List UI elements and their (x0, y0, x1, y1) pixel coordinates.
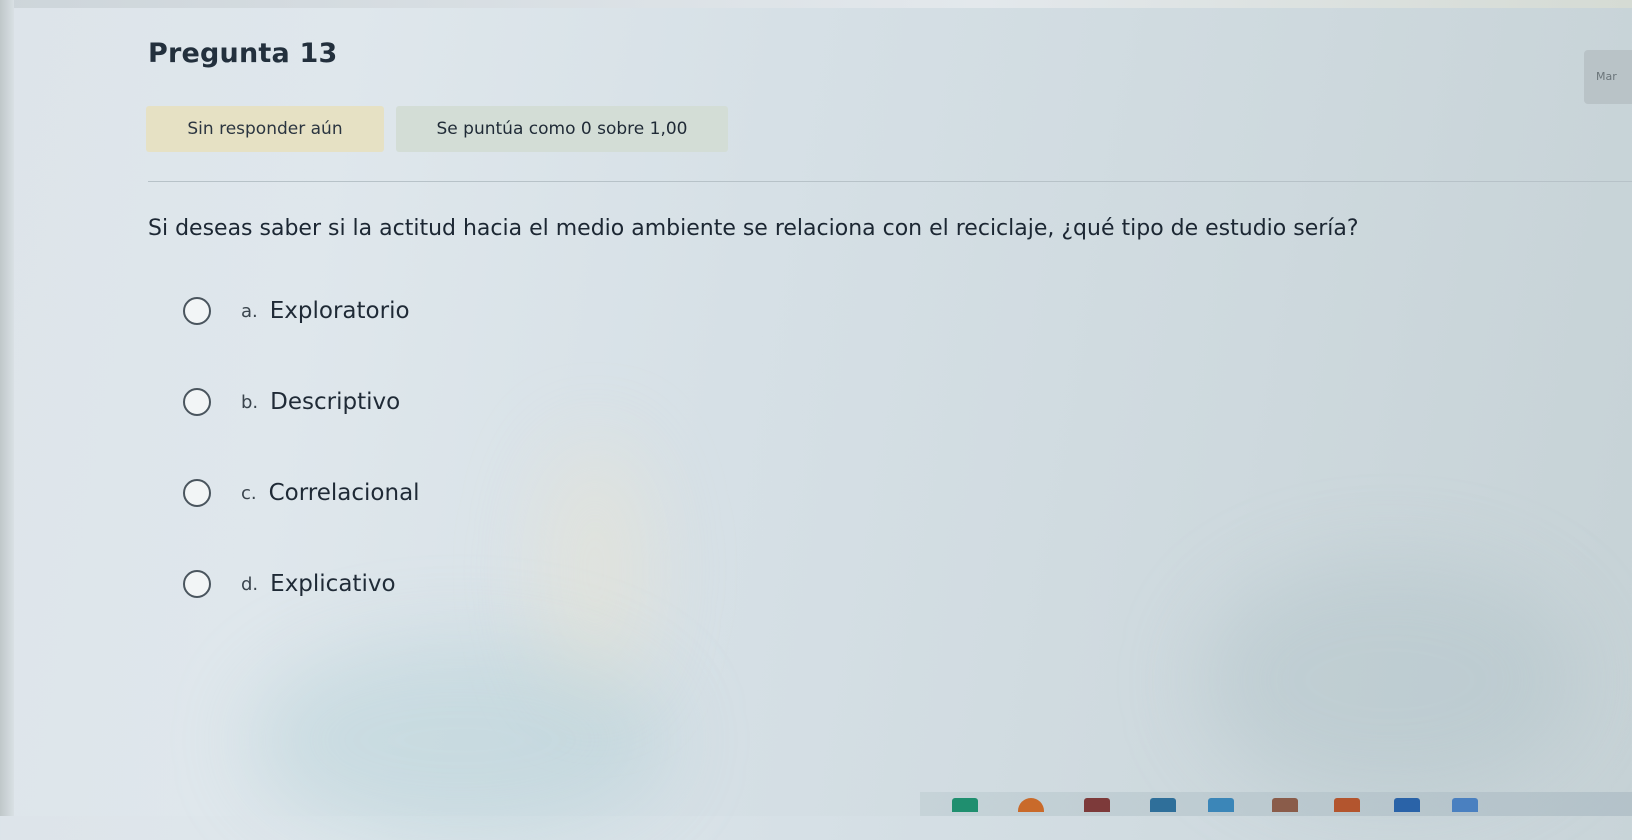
option-a[interactable]: a. Exploratorio (183, 290, 420, 332)
screen-glare (1200, 560, 1580, 800)
radio-button-a[interactable] (183, 297, 211, 325)
option-label[interactable]: Explicativo (270, 571, 395, 597)
screen-edge (0, 0, 14, 816)
radio-button-d[interactable] (183, 570, 211, 598)
option-label[interactable]: Exploratorio (270, 298, 410, 324)
option-letter: b. (241, 391, 259, 413)
option-d[interactable]: d. Explicativo (183, 563, 420, 605)
mail-icon[interactable] (1150, 798, 1176, 812)
status-badge: Sin responder aún (146, 106, 384, 152)
grade-badge: Se puntúa como 0 sobre 1,00 (396, 106, 728, 152)
word-icon[interactable] (1272, 798, 1298, 812)
media-icon[interactable] (1394, 798, 1420, 812)
option-label[interactable]: Descriptivo (270, 389, 400, 415)
app-icon[interactable] (1084, 798, 1110, 812)
outlook-icon[interactable] (1452, 798, 1478, 812)
powerpoint-icon[interactable] (1334, 798, 1360, 812)
option-c[interactable]: c. Correlacional (183, 472, 420, 514)
option-label[interactable]: Correlacional (269, 480, 420, 506)
option-b[interactable]: b. Descriptivo (183, 381, 420, 423)
screen-glare (250, 640, 670, 840)
top-border (0, 0, 1632, 8)
radio-button-b[interactable] (183, 388, 211, 416)
store-icon[interactable] (1208, 798, 1234, 812)
option-letter: d. (241, 573, 259, 595)
divider (148, 181, 1632, 182)
question-title: Pregunta 13 (148, 38, 338, 69)
option-letter: c. (241, 482, 257, 504)
flag-question-button[interactable]: Mar (1584, 50, 1632, 104)
question-text: Si deseas saber si la actitud hacia el m… (148, 216, 1359, 241)
option-letter: a. (241, 300, 258, 322)
radio-button-c[interactable] (183, 479, 211, 507)
screen-glare (540, 440, 650, 700)
answer-options: a. Exploratorio b. Descriptivo c. Correl… (183, 290, 420, 654)
file-explorer-icon[interactable] (952, 798, 978, 812)
